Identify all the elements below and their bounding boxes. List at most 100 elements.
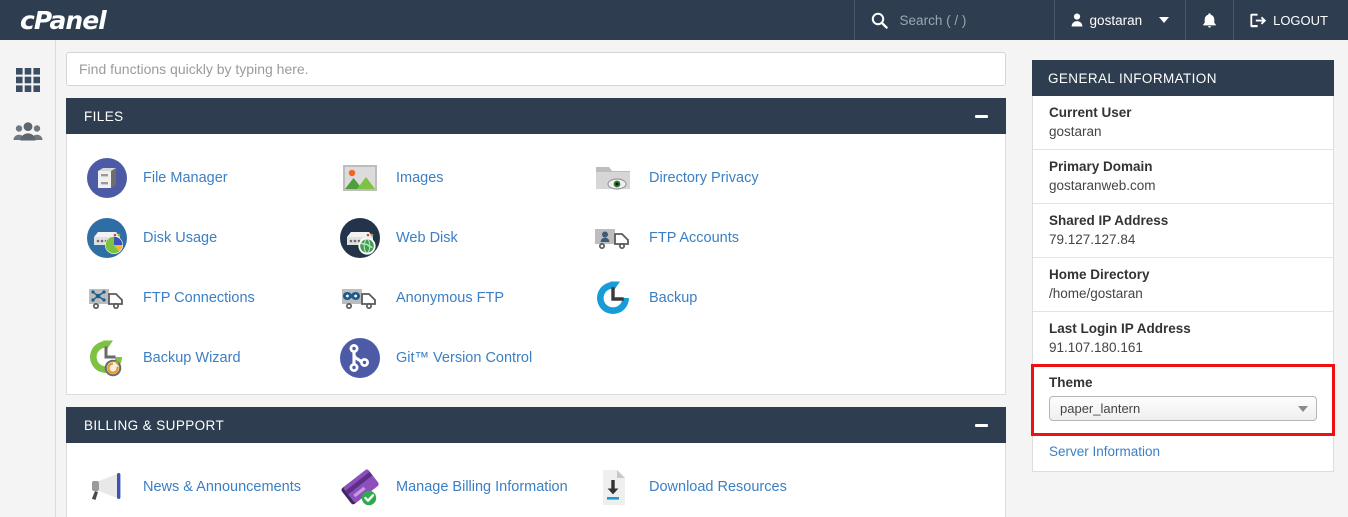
top-bar: cPanel Search ( / ) gostaran — [0, 0, 1348, 40]
minus-icon[interactable] — [975, 424, 988, 427]
find-functions-input[interactable]: Find functions quickly by typing here. — [66, 52, 1006, 86]
panel-billing-support-header[interactable]: BILLING & SUPPORT — [66, 407, 1006, 443]
panel-billing-support: BILLING & SUPPORT News & Announcements — [66, 407, 1006, 517]
file-manager-icon — [85, 156, 129, 200]
tile-backup-wizard[interactable]: Backup Wizard — [67, 328, 320, 388]
tile-label: Download Resources — [649, 479, 787, 495]
tile-anonymous-ftp[interactable]: Anonymous FTP — [320, 268, 573, 328]
tile-label: Disk Usage — [143, 230, 217, 246]
web-disk-icon — [338, 216, 382, 260]
megaphone-icon — [85, 465, 129, 509]
tile-backup[interactable]: Backup — [573, 268, 826, 328]
tile-download-resources[interactable]: Download Resources — [573, 457, 826, 517]
sidebar-item-apps[interactable] — [0, 54, 55, 106]
bell-icon — [1202, 12, 1217, 29]
tile-label: Images — [396, 170, 444, 186]
tile-git-version-control[interactable]: Git™ Version Control — [320, 328, 573, 388]
search-box[interactable]: Search ( / ) — [854, 0, 1054, 40]
info-value: /home/gostaran — [1049, 286, 1317, 301]
tile-ftp-connections[interactable]: FTP Connections — [67, 268, 320, 328]
info-row-shared-ip-address: Shared IP Address 79.127.127.84 — [1033, 204, 1333, 258]
tile-file-manager[interactable]: File Manager — [67, 148, 320, 208]
user-icon — [1071, 13, 1083, 27]
info-label: Primary Domain — [1049, 159, 1317, 174]
tile-label: File Manager — [143, 170, 228, 186]
tile-label: FTP Accounts — [649, 230, 739, 246]
info-value: gostaranweb.com — [1049, 178, 1317, 193]
top-bar-spacer — [180, 0, 854, 40]
anonymous-ftp-icon — [338, 276, 382, 320]
info-row-current-user: Current User gostaran — [1033, 96, 1333, 150]
main-content: Find functions quickly by typing here. F… — [56, 40, 1018, 517]
info-value: 79.127.127.84 — [1049, 232, 1317, 247]
ftp-accounts-icon — [591, 216, 635, 260]
disk-usage-icon — [85, 216, 129, 260]
cpanel-logo-text: cPanel — [20, 6, 106, 35]
panel-files-body: File Manager Images — [66, 134, 1006, 395]
info-row-theme: Theme paper_lantern — [1033, 366, 1333, 434]
logout-label: LOGOUT — [1273, 13, 1328, 28]
minus-icon[interactable] — [975, 115, 988, 118]
tile-images[interactable]: Images — [320, 148, 573, 208]
info-label: Current User — [1049, 105, 1317, 120]
general-information-body: Current User gostaran Primary Domain gos… — [1032, 96, 1334, 472]
tile-label: Backup — [649, 290, 697, 306]
search-input-placeholder[interactable]: Search ( / ) — [900, 13, 967, 28]
tile-label: FTP Connections — [143, 290, 255, 306]
tile-label: Web Disk — [396, 230, 458, 246]
info-value: gostaran — [1049, 124, 1317, 139]
right-sidebar: GENERAL INFORMATION Current User gostara… — [1018, 40, 1348, 517]
cpanel-logo[interactable]: cPanel — [0, 0, 180, 40]
search-icon — [871, 12, 888, 29]
panel-files: FILES File Manager — [66, 98, 1006, 395]
tile-news-announcements[interactable]: News & Announcements — [67, 457, 320, 517]
apps-grid-icon — [15, 67, 41, 93]
theme-select[interactable]: paper_lantern — [1049, 396, 1317, 421]
images-icon — [338, 156, 382, 200]
server-information-link[interactable]: Server Information — [1049, 444, 1160, 459]
tile-label: Directory Privacy — [649, 170, 759, 186]
tile-label: Anonymous FTP — [396, 290, 504, 306]
notifications-button[interactable] — [1185, 0, 1233, 40]
logout-icon — [1250, 13, 1267, 28]
general-information-panel: GENERAL INFORMATION Current User gostara… — [1032, 60, 1334, 472]
general-information-title: GENERAL INFORMATION — [1032, 60, 1334, 96]
directory-privacy-icon — [591, 156, 635, 200]
info-label: Shared IP Address — [1049, 213, 1317, 228]
theme-label: Theme — [1049, 375, 1317, 390]
chevron-down-icon — [1159, 17, 1169, 23]
logout-button[interactable]: LOGOUT — [1233, 0, 1348, 40]
theme-select-value: paper_lantern — [1060, 401, 1140, 416]
server-information-row: Server Information — [1033, 434, 1333, 471]
tile-ftp-accounts[interactable]: FTP Accounts — [573, 208, 826, 268]
info-row-last-login-ip-address: Last Login IP Address 91.107.180.161 — [1033, 312, 1333, 366]
backup-icon — [591, 276, 635, 320]
tile-label: News & Announcements — [143, 479, 301, 495]
find-functions-placeholder: Find functions quickly by typing here. — [79, 61, 309, 77]
git-version-control-icon — [338, 336, 382, 380]
panel-files-title: FILES — [84, 109, 124, 124]
info-label: Home Directory — [1049, 267, 1317, 282]
user-menu[interactable]: gostaran — [1054, 0, 1186, 40]
left-rail — [0, 40, 56, 517]
download-file-icon — [591, 465, 635, 509]
tile-web-disk[interactable]: Web Disk — [320, 208, 573, 268]
tile-directory-privacy[interactable]: Directory Privacy — [573, 148, 826, 208]
info-row-primary-domain: Primary Domain gostaranweb.com — [1033, 150, 1333, 204]
panel-files-header[interactable]: FILES — [66, 98, 1006, 134]
chevron-down-icon — [1298, 406, 1308, 412]
users-icon — [13, 121, 43, 143]
tile-disk-usage[interactable]: Disk Usage — [67, 208, 320, 268]
ftp-connections-icon — [85, 276, 129, 320]
tile-label: Backup Wizard — [143, 350, 241, 366]
tile-manage-billing-information[interactable]: Manage Billing Information — [320, 457, 573, 517]
tile-label: Git™ Version Control — [396, 350, 532, 366]
backup-wizard-icon — [85, 336, 129, 380]
credit-card-icon — [338, 465, 382, 509]
info-row-home-directory: Home Directory /home/gostaran — [1033, 258, 1333, 312]
tile-label: Manage Billing Information — [396, 479, 568, 495]
sidebar-item-user-manager[interactable] — [0, 106, 55, 158]
user-name: gostaran — [1090, 13, 1143, 28]
info-label: Last Login IP Address — [1049, 321, 1317, 336]
panel-billing-support-title: BILLING & SUPPORT — [84, 418, 224, 433]
